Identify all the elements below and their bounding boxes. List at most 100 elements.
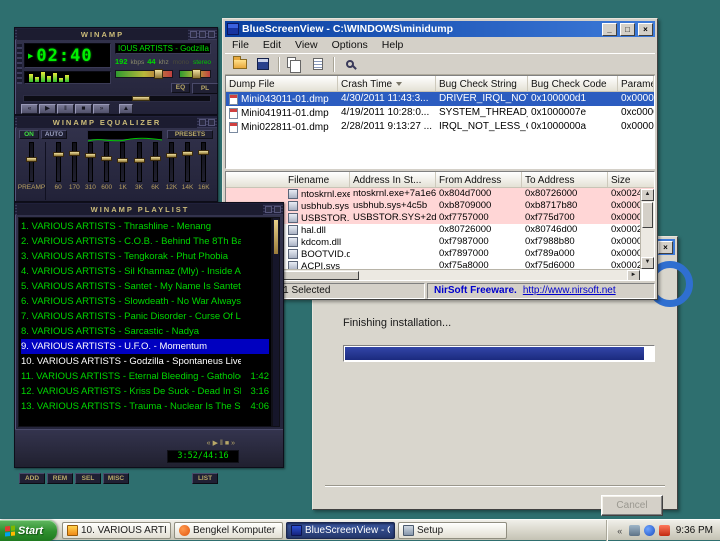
playlist-item[interactable]: 8. VARIOUS ARTISTS - Sarcastic - Nadya	[21, 324, 269, 339]
column-to-address[interactable]: To Address	[522, 172, 608, 187]
seek-thumb[interactable]	[131, 96, 150, 101]
playlist-item[interactable]: 2. VARIOUS ARTISTS - C.O.B. - Behind The…	[21, 234, 269, 249]
menu-edit[interactable]: Edit	[256, 39, 288, 51]
volume-thumb[interactable]	[154, 69, 164, 79]
eq-band-slider[interactable]: 600	[99, 142, 115, 200]
eq-slider-thumb[interactable]	[26, 157, 37, 162]
eq-presets-button[interactable]: PRESETS	[167, 130, 213, 139]
seek-bar[interactable]	[23, 95, 211, 102]
driver-row[interactable]: kdcom.dll0xf79870000xf7988b800x00001b80	[226, 236, 654, 248]
column-bug-check-string[interactable]: Bug Check String	[436, 76, 528, 91]
taskbar-task-winamp[interactable]: 10. VARIOUS ARTISTS - ...	[62, 522, 171, 539]
driver-row[interactable]: ntoskrnl.exe ntoskrnl.exe+7a1e6 0x804d7000…	[226, 188, 654, 200]
playlist-item[interactable]: 6. VARIOUS ARTISTS - Slowdeath - No War …	[21, 294, 269, 309]
hidden-icons-chevron-icon[interactable]: «	[615, 526, 625, 536]
column-size[interactable]: Size	[608, 172, 640, 187]
taskbar-task-kaskus[interactable]: Bengkel Komputer Kasku...	[174, 522, 283, 539]
equalizer-close-button[interactable]	[208, 118, 215, 126]
nirsoft-link[interactable]: http://www.nirsoft.net	[523, 285, 616, 296]
eq-slider-thumb[interactable]	[149, 156, 161, 161]
close-button[interactable]: ×	[638, 22, 653, 36]
misc-button[interactable]: MISC	[103, 473, 129, 484]
playlist-close-button[interactable]	[274, 205, 281, 213]
playlist-item[interactable]: 9. VARIOUS ARTISTS - U.F.O. - Momentum	[21, 339, 269, 354]
volume-slider[interactable]	[115, 69, 173, 79]
scroll-down-icon[interactable]: ▼	[641, 257, 654, 269]
balance-slider[interactable]	[179, 69, 211, 79]
crash-row[interactable]: Mini022811-01.dmp 2/28/2011 9:13:27 ... IR…	[226, 120, 654, 134]
find-button[interactable]	[339, 55, 360, 73]
menu-file[interactable]: File	[225, 39, 256, 51]
spectrum-visualizer-icon[interactable]	[24, 71, 111, 84]
driver-row[interactable]: usbhub.sys usbhub.sys+4c5b 0xb8709000 0xb87…	[226, 200, 654, 212]
add-button[interactable]: ADD	[19, 473, 45, 484]
eq-slider-thumb[interactable]	[84, 153, 96, 158]
column-from-address[interactable]: From Address	[436, 172, 522, 187]
eq-band-slider[interactable]: 310	[82, 142, 98, 200]
menu-help[interactable]: Help	[375, 39, 411, 51]
eq-on-button[interactable]: ON	[19, 130, 39, 139]
tray-messenger-icon[interactable]	[643, 525, 655, 536]
column-crash-time[interactable]: Crash Time	[338, 76, 436, 91]
equalizer-titlebar[interactable]: WINAMP EQUALIZER	[15, 116, 217, 128]
eq-toggle-button[interactable]: EQ	[171, 83, 190, 93]
scroll-right-icon[interactable]: ►	[627, 270, 640, 280]
properties-button[interactable]	[307, 55, 328, 73]
winamp-main-titlebar[interactable]: WINAMP	[15, 28, 217, 40]
eq-slider-thumb[interactable]	[52, 152, 64, 157]
playlist-item[interactable]: 11. VARIOUS ARTISTS - Eternal Bleeding -…	[21, 369, 269, 384]
playlist-item[interactable]: 5. VARIOUS ARTISTS - Santet - My Name Is…	[21, 279, 269, 294]
playlist-scrollbar[interactable]	[272, 217, 280, 427]
eq-band-slider[interactable]: 6K	[147, 142, 163, 200]
playlist-item[interactable]: 1. VARIOUS ARTISTS - Thrashline - Menang	[21, 219, 269, 234]
vertical-scrollbar[interactable]: ▲ ▼	[640, 189, 654, 269]
eq-band-slider[interactable]: 170	[66, 142, 82, 200]
crash-row[interactable]: Mini043011-01.dmp 4/30/2011 11:43:3... DRI…	[226, 92, 654, 106]
column-address-in-stack[interactable]: Address In St...	[350, 172, 436, 187]
pause-button[interactable]: ‖	[57, 104, 74, 114]
eq-auto-button[interactable]: AUTO	[41, 130, 67, 139]
next-button[interactable]: »	[93, 104, 110, 114]
menu-view[interactable]: View	[288, 39, 325, 51]
eq-band-slider[interactable]: 60	[50, 142, 66, 200]
bsv-titlebar[interactable]: BlueScreenView - C:\WINDOWS\minidump _ □…	[225, 21, 655, 37]
save-button[interactable]	[252, 55, 273, 73]
eq-preamp-slider[interactable]: PREAMP	[18, 142, 46, 200]
playlist-shade-button[interactable]	[265, 205, 272, 213]
column-filename[interactable]: Filename	[226, 172, 350, 187]
track-title-display[interactable]: IOUS ARTISTS - Godzilla - Spo	[115, 43, 211, 54]
start-button[interactable]: Start	[0, 520, 57, 541]
mini-play-icon[interactable]: ▶	[213, 440, 220, 447]
previous-button[interactable]: «	[21, 104, 38, 114]
mini-next-icon[interactable]: »	[231, 440, 237, 447]
playlist-item[interactable]: 3. VARIOUS ARTISTS - Tengkorak - Phut Ph…	[21, 249, 269, 264]
eq-slider-thumb[interactable]	[198, 150, 210, 155]
playlist-toggle-button[interactable]: PL	[192, 83, 218, 94]
minimize-button[interactable]: _	[602, 22, 617, 36]
list-button[interactable]: LIST	[192, 473, 218, 484]
playlist-item[interactable]: 12. VARIOUS ARTISTS - Kriss De Suck - De…	[21, 384, 269, 399]
crash-row[interactable]: Mini041911-01.dmp 4/19/2011 10:28:0... SYS…	[226, 106, 654, 120]
driver-row[interactable]: hal.dll0x807260000x80746d000x00020d00	[226, 224, 654, 236]
eq-slider-thumb[interactable]	[117, 158, 129, 163]
play-button[interactable]: ▶	[39, 104, 56, 114]
eq-band-slider[interactable]: 12K	[163, 142, 179, 200]
maximize-button[interactable]: □	[620, 22, 635, 36]
remove-button[interactable]: REM	[47, 473, 73, 484]
clutterbar[interactable]	[17, 44, 22, 84]
scrollbar-thumb[interactable]	[642, 202, 653, 228]
playlist-item[interactable]: 10. VARIOUS ARTISTS - Godzilla - Spontan…	[21, 354, 269, 369]
cancel-button[interactable]: Cancel	[601, 495, 663, 516]
eq-slider-thumb[interactable]	[165, 153, 177, 158]
playlist-titlebar[interactable]: WINAMP PLAYLIST	[15, 203, 283, 215]
playlist-item[interactable]: 7. VARIOUS ARTISTS - Panic Disorder - Cu…	[21, 309, 269, 324]
taskbar-task-bluescreenview[interactable]: BlueScreenView - C:\...	[286, 522, 395, 539]
eq-band-slider[interactable]: 1K	[115, 142, 131, 200]
horizontal-scrollbar[interactable]: ◄ ►	[226, 269, 640, 280]
equalizer-shade-button[interactable]	[199, 118, 206, 126]
eq-band-slider[interactable]: 16K	[196, 142, 212, 200]
eject-button[interactable]: ▲	[119, 104, 133, 114]
column-parameter-1[interactable]: Parameter 1	[618, 76, 654, 91]
winamp-minimize-button[interactable]	[190, 30, 197, 38]
tray-network-icon[interactable]	[628, 525, 640, 536]
